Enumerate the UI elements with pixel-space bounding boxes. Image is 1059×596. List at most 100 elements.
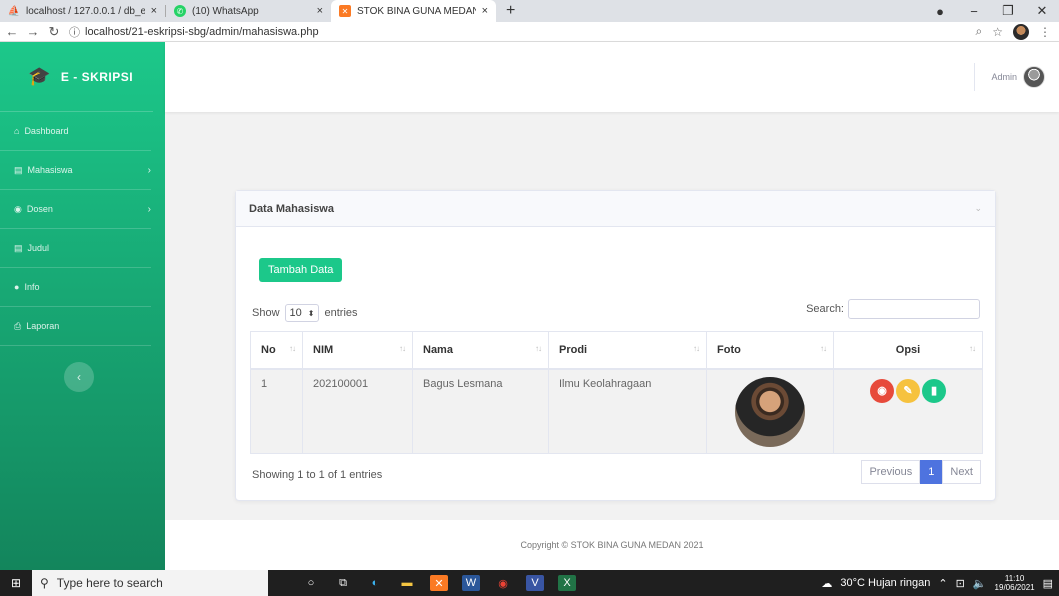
sidebar-item-label: Mahasiswa <box>27 165 73 175</box>
cell-no: 1 <box>250 368 303 454</box>
search-icon: ⚲ <box>40 576 49 590</box>
profile-avatar[interactable] <box>1013 23 1029 40</box>
tab-label: (10) WhatsApp <box>192 5 259 17</box>
mahasiswa-table: No ↑↓ NIM ↑↓ Nama ↑↓ Prodi ↑↓ Foto ↑↓ Opsi ↑↓ … <box>250 331 983 454</box>
phpmyadmin-icon: ⛵ <box>7 5 21 17</box>
column-header-opsi[interactable]: Opsi ↑↓ <box>833 331 983 370</box>
star-icon[interactable]: ☆ <box>992 25 1003 39</box>
url-field[interactable]: ⓘ localhost/21-eskripsi-sbg/admin/mahasi… <box>69 24 319 40</box>
windows-start-icon[interactable]: ⊞ <box>0 576 32 590</box>
cell-nim: 202100001 <box>302 368 413 454</box>
data-mahasiswa-card: Data Mahasiswa ⌄ Tambah Data Show 10 ⬍ e… <box>235 190 996 501</box>
new-tab-button[interactable]: + <box>496 0 525 22</box>
task-view-icon[interactable]: ⧉ <box>334 575 352 591</box>
delete-button[interactable]: ▮ <box>922 378 946 403</box>
footer: Copyright © STOK BINA GUNA MEDAN 2021 <box>165 520 1059 570</box>
user-avatar[interactable] <box>1023 66 1045 88</box>
chrome-icon[interactable]: ◉ <box>494 575 512 591</box>
column-header-no[interactable]: No ↑↓ <box>250 331 303 370</box>
cortana-icon[interactable]: ○ <box>302 575 320 591</box>
edit-button[interactable]: ✎ <box>896 378 920 403</box>
address-bar: ← → ↻ ⓘ localhost/21-eskripsi-sbg/admin/… <box>0 22 1059 42</box>
sidebar-item-label: Dosen <box>26 204 53 214</box>
restore-icon[interactable]: ❐ <box>991 3 1025 19</box>
profile-dot-icon[interactable]: ● <box>923 4 957 19</box>
reload-icon[interactable]: ↻ <box>45 24 63 40</box>
page-button-current[interactable]: 1 <box>920 460 943 484</box>
view-button[interactable]: ◉ <box>870 378 894 403</box>
add-data-button[interactable]: Tambah Data <box>259 258 343 282</box>
weather-text[interactable]: 30°C Hujan ringan <box>840 577 930 589</box>
close-window-icon[interactable]: ✕ <box>1025 3 1059 19</box>
url-text: localhost/21-eskripsi-sbg/admin/mahasisw… <box>85 25 319 38</box>
sidebar-item-mahasiswa[interactable]: ▤ Mahasiswa › <box>0 151 151 190</box>
tab-whatsapp[interactable]: ✆ (10) WhatsApp × <box>166 0 331 22</box>
close-icon[interactable]: × <box>317 5 323 17</box>
menu-icon[interactable]: ⋮ <box>1039 25 1051 39</box>
excel-icon[interactable]: X <box>558 575 576 591</box>
minimize-icon[interactable]: − <box>957 4 991 19</box>
chevron-down-icon[interactable]: ⌄ <box>974 203 982 214</box>
tab-stok-bina-guna[interactable]: ✕ STOK BINA GUNA MEDAN × <box>331 0 496 22</box>
user-icon: ◉ <box>14 203 22 214</box>
sidebar-item-label: Dashboard <box>24 126 69 136</box>
forward-icon[interactable]: → <box>24 24 42 39</box>
column-header-nim[interactable]: NIM ↑↓ <box>302 331 413 370</box>
tab-label: STOK BINA GUNA MEDAN <box>357 5 476 17</box>
address-bar-actions: ⌕ ☆ ⋮ <box>976 23 1059 40</box>
entries-select[interactable]: 10 ⬍ <box>284 304 320 322</box>
sidebar-item-dosen[interactable]: ◉ Dosen › <box>0 190 151 229</box>
clock[interactable]: 11:10 19/06/2021 <box>995 574 1035 592</box>
sidebar-toggle-button[interactable]: ‹ <box>64 362 94 392</box>
sidebar-item-dashboard[interactable]: ⌂ Dashboard <box>0 112 151 151</box>
close-icon[interactable]: × <box>151 5 157 17</box>
chevron-right-icon: › <box>147 164 151 176</box>
topbar-divider <box>974 63 976 91</box>
previous-button[interactable]: Previous <box>861 460 921 484</box>
sort-icon: ↑↓ <box>693 344 700 353</box>
info-icon[interactable]: ⓘ <box>69 24 80 40</box>
sidebar-item-info[interactable]: ● Info <box>0 268 151 307</box>
browser-tab-bar: ⛵ localhost / 127.0.0.1 / db_eskripsi × … <box>0 0 1059 22</box>
sidebar-brand[interactable]: 🎓 E - SKRIPSI <box>0 42 153 112</box>
back-icon[interactable]: ← <box>3 24 21 39</box>
weather-icon: ☁ <box>821 577 833 590</box>
table-icon: ▤ <box>14 164 23 175</box>
column-header-foto[interactable]: Foto ↑↓ <box>706 331 834 370</box>
sidebar-item-laporan[interactable]: ⎙ Laporan <box>0 307 151 346</box>
print-icon: ⎙ <box>14 320 22 331</box>
column-header-nama[interactable]: Nama ↑↓ <box>412 331 549 370</box>
sidebar-item-judul[interactable]: ▤ Judul <box>0 229 151 268</box>
visio-icon[interactable]: V <box>526 575 544 591</box>
search-label: Search: <box>806 303 844 315</box>
notification-icon[interactable]: ▤ <box>1043 577 1053 590</box>
tab-phpmyadmin[interactable]: ⛵ localhost / 127.0.0.1 / db_eskripsi × <box>0 0 165 22</box>
close-icon[interactable]: × <box>482 5 488 17</box>
edge-icon[interactable]: ◐ <box>366 575 384 591</box>
sidebar-item-label: Judul <box>27 243 50 253</box>
cell-nama: Bagus Lesmana <box>412 368 549 454</box>
sidebar-item-label: Info <box>24 282 40 292</box>
chevron-up-icon[interactable]: ⌃ <box>938 577 947 590</box>
copyright-text: Copyright © STOK BINA GUNA MEDAN 2021 <box>520 540 704 550</box>
file-explorer-icon[interactable]: ▬ <box>398 575 416 591</box>
select-arrows-icon: ⬍ <box>307 308 315 318</box>
next-button[interactable]: Next <box>942 460 981 484</box>
network-icon[interactable]: ⊡ <box>956 577 965 590</box>
search-input[interactable] <box>848 299 980 319</box>
table-header-row: No ↑↓ NIM ↑↓ Nama ↑↓ Prodi ↑↓ Foto ↑↓ Opsi ↑↓ <box>250 331 983 370</box>
zoom-icon[interactable]: ⌕ <box>976 24 983 39</box>
user-name[interactable]: Admin <box>991 72 1017 82</box>
entries-label: entries <box>324 307 358 319</box>
entries-value: 10 <box>289 307 302 319</box>
window-controls: ● − ❐ ✕ <box>923 0 1059 22</box>
column-header-prodi[interactable]: Prodi ↑↓ <box>548 331 707 370</box>
volume-icon[interactable]: 🔈 <box>973 577 987 590</box>
topbar: Admin <box>165 42 1059 112</box>
system-tray: ☁ 30°C Hujan ringan ⌃ ⊡ 🔈 11:10 19/06/20… <box>821 574 1059 592</box>
xampp-icon: ✕ <box>339 5 351 17</box>
taskbar-search[interactable]: ⚲ Type here to search <box>32 570 268 596</box>
xampp-icon[interactable]: ✕ <box>430 575 448 591</box>
word-icon[interactable]: W <box>462 575 480 591</box>
table-info: Showing 1 to 1 of 1 entries <box>252 469 383 481</box>
